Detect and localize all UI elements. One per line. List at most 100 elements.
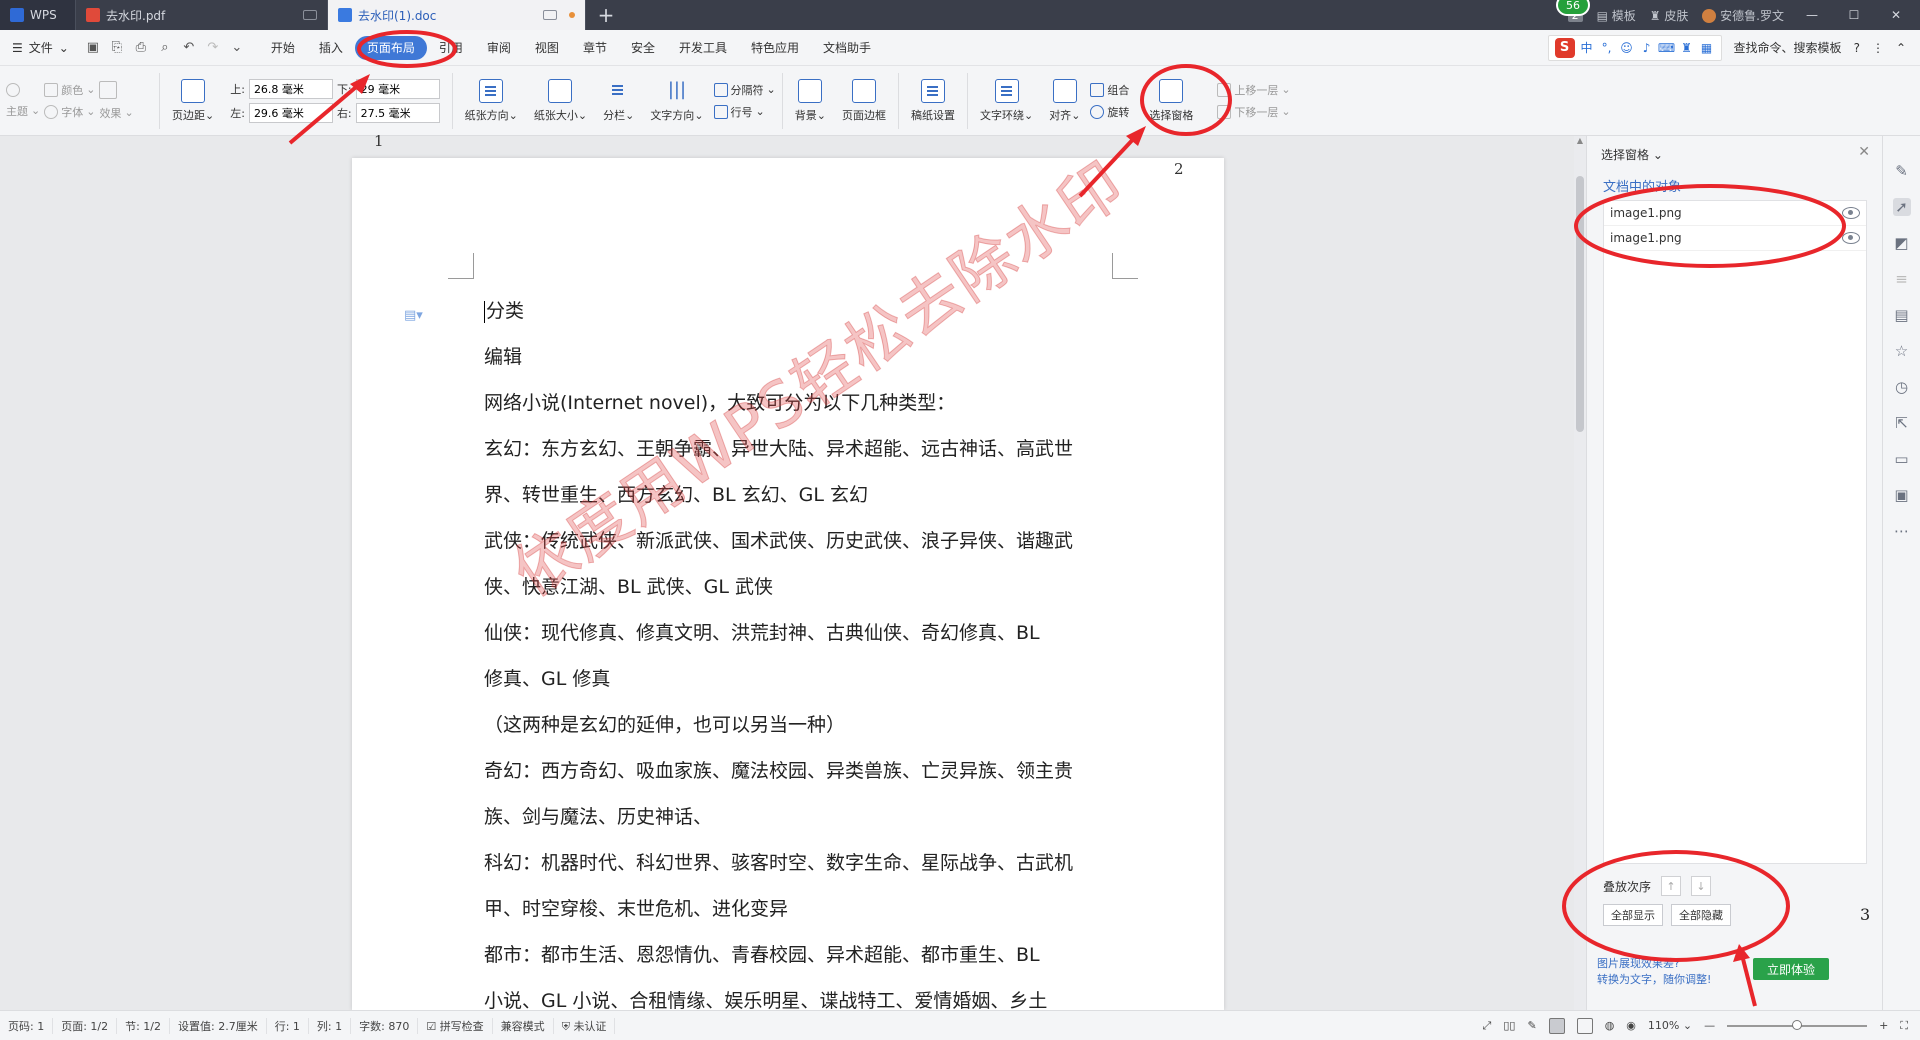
- tab-start[interactable]: 开始: [259, 36, 307, 60]
- close-button[interactable]: ✕: [1882, 8, 1910, 22]
- score-badge[interactable]: 56: [1556, 0, 1590, 16]
- right-margin-input[interactable]: [355, 102, 440, 123]
- document-page[interactable]: 2 ▤▾ 分类 编辑 网络小说(Internet novel)，大致可分为以下几…: [352, 146, 1224, 1012]
- keyboard-icon[interactable]: ⌨: [1658, 40, 1675, 56]
- text-wrap-button[interactable]: 文字环绕⌄: [974, 78, 1039, 123]
- color-button[interactable]: 颜色 ⌄: [44, 82, 95, 98]
- selection-pane-button[interactable]: 选择窗格: [1143, 78, 1199, 123]
- fullscreen-icon[interactable]: ⤢: [1483, 1019, 1492, 1033]
- ime-chinese-label[interactable]: 中: [1579, 40, 1595, 56]
- help-icon[interactable]: ?: [1854, 41, 1860, 55]
- template-button[interactable]: ▤ 模板: [1597, 7, 1636, 24]
- theme-button[interactable]: [6, 82, 40, 97]
- manuscript-button[interactable]: 稿纸设置: [905, 78, 961, 123]
- tab-doc-assistant[interactable]: 文档助手: [811, 36, 883, 60]
- skin-shirt-icon[interactable]: ♜: [1679, 40, 1695, 56]
- tab-page-layout[interactable]: 页面布局: [354, 35, 427, 60]
- tab-screen-icon[interactable]: [543, 10, 557, 20]
- eye-protect-icon[interactable]: ◉: [1626, 1019, 1636, 1032]
- outline-view-icon[interactable]: [1576, 1017, 1593, 1034]
- group-button[interactable]: 组合: [1090, 82, 1129, 98]
- undo-icon[interactable]: ↶: [180, 39, 198, 57]
- show-all-button[interactable]: 全部显示: [1603, 904, 1663, 926]
- skin-button[interactable]: ♜ 皮肤: [1650, 7, 1689, 24]
- columns-button[interactable]: 分栏⌄: [597, 79, 640, 123]
- archive-icon[interactable]: ▭: [1893, 450, 1911, 468]
- effect-box[interactable]: [99, 80, 133, 99]
- web-view-icon[interactable]: ◍: [1605, 1019, 1615, 1032]
- tab-special[interactable]: 特色应用: [739, 36, 811, 60]
- star-icon[interactable]: ☆: [1893, 342, 1911, 360]
- status-words[interactable]: 字数: 870: [351, 1017, 419, 1034]
- minimize-button[interactable]: —: [1798, 8, 1826, 22]
- write-mode-icon[interactable]: ✎: [1527, 1019, 1536, 1032]
- fit-window-icon[interactable]: ⛶: [1900, 1019, 1908, 1033]
- shapes-icon[interactable]: ◩: [1893, 234, 1911, 252]
- status-row[interactable]: 行: 1: [267, 1017, 309, 1034]
- zoom-level[interactable]: 110% ⌄: [1648, 1019, 1692, 1032]
- tab-doc[interactable]: 去水印(1).doc: [328, 0, 586, 30]
- rotate-button[interactable]: 旋转: [1090, 104, 1129, 120]
- list-item[interactable]: image1.png: [1604, 226, 1866, 251]
- tab-security[interactable]: 安全: [619, 36, 667, 60]
- redo-icon[interactable]: ↷: [204, 39, 222, 57]
- tab-screen-icon[interactable]: [303, 10, 317, 20]
- top-margin-input[interactable]: [248, 78, 333, 99]
- share-icon[interactable]: ⇱: [1893, 414, 1911, 432]
- tab-wps[interactable]: WPS: [0, 0, 76, 30]
- paragraph-options-icon[interactable]: ▤▾: [404, 308, 423, 323]
- try-now-button[interactable]: 立即体验: [1753, 958, 1829, 980]
- eye-icon[interactable]: [1842, 232, 1860, 244]
- pen-icon[interactable]: ✎: [1893, 162, 1911, 180]
- cert-status[interactable]: ⛨ 未认证: [554, 1017, 616, 1034]
- separator-button[interactable]: 分隔符 ⌄: [713, 82, 776, 98]
- spell-check[interactable]: ☑ 拼写检查: [418, 1017, 493, 1034]
- selection-pane-title[interactable]: 选择窗格 ⌄: [1601, 146, 1663, 163]
- scroll-up-icon[interactable]: ▲: [1574, 136, 1586, 148]
- text-direction-button[interactable]: ||| 文字方向⌄: [644, 79, 709, 123]
- tab-developer[interactable]: 开发工具: [667, 36, 739, 60]
- scroll-thumb[interactable]: [1576, 176, 1584, 432]
- zoom-slider[interactable]: [1727, 1019, 1868, 1030]
- status-setting[interactable]: 设置值: 2.7厘米: [170, 1017, 267, 1034]
- line-number-button[interactable]: 行号 ⌄: [713, 104, 776, 120]
- list-item[interactable]: image1.png: [1604, 201, 1866, 226]
- save-icon[interactable]: ▣: [84, 39, 102, 57]
- print-preview-icon[interactable]: ⌕: [156, 39, 174, 57]
- left-margin-input[interactable]: [248, 102, 333, 123]
- file-menu[interactable]: ☰ 文件 ⌄: [0, 39, 81, 56]
- customize-icon[interactable]: ⌄: [228, 39, 246, 57]
- more-icon[interactable]: ⋮: [1872, 41, 1884, 55]
- grid-icon[interactable]: ▦: [1699, 40, 1715, 56]
- history-icon[interactable]: ◷: [1893, 378, 1911, 396]
- export-pdf-icon[interactable]: ⎘: [108, 39, 126, 57]
- print-icon[interactable]: ⎙: [132, 39, 150, 57]
- align-button[interactable]: 对齐⌄: [1043, 78, 1086, 123]
- status-col[interactable]: 列: 1: [309, 1017, 352, 1034]
- page-view-icon[interactable]: [1548, 1017, 1565, 1034]
- vertical-scrollbar[interactable]: ▲: [1574, 136, 1586, 1010]
- image-icon[interactable]: ▣: [1893, 486, 1911, 504]
- send-backward-button[interactable]: 下移一层 ⌄: [1217, 104, 1291, 120]
- maximize-button[interactable]: ☐: [1840, 8, 1868, 22]
- cursor-select-icon[interactable]: ➚: [1892, 198, 1911, 216]
- paper-size-button[interactable]: 纸张大小⌄: [528, 78, 593, 123]
- bring-forward-button[interactable]: 上移一层 ⌄: [1217, 82, 1291, 98]
- arrow-down-icon[interactable]: ↓: [1691, 876, 1712, 896]
- more-dots-icon[interactable]: ⋯: [1893, 522, 1911, 540]
- arrow-up-icon[interactable]: ↑: [1661, 876, 1682, 896]
- tab-view[interactable]: 视图: [523, 36, 571, 60]
- zoom-in-icon[interactable]: +: [1879, 1019, 1888, 1032]
- effect-button[interactable]: 效果 ⌄: [99, 105, 133, 121]
- emoji-icon[interactable]: ☺: [1619, 40, 1635, 56]
- tab-references[interactable]: 引用: [427, 36, 475, 60]
- bottom-margin-input[interactable]: [355, 78, 440, 99]
- orientation-button[interactable]: 纸张方向⌄: [459, 78, 524, 123]
- page-border-button[interactable]: 页面边框: [836, 78, 892, 123]
- font-button[interactable]: 字体 ⌄: [44, 104, 95, 120]
- eye-icon[interactable]: [1842, 207, 1860, 219]
- tab-chapter[interactable]: 章节: [571, 36, 619, 60]
- status-section[interactable]: 节: 1/2: [117, 1017, 171, 1034]
- read-mode-icon[interactable]: ▯▯: [1503, 1019, 1515, 1032]
- status-page-no[interactable]: 页码: 1: [0, 1017, 54, 1034]
